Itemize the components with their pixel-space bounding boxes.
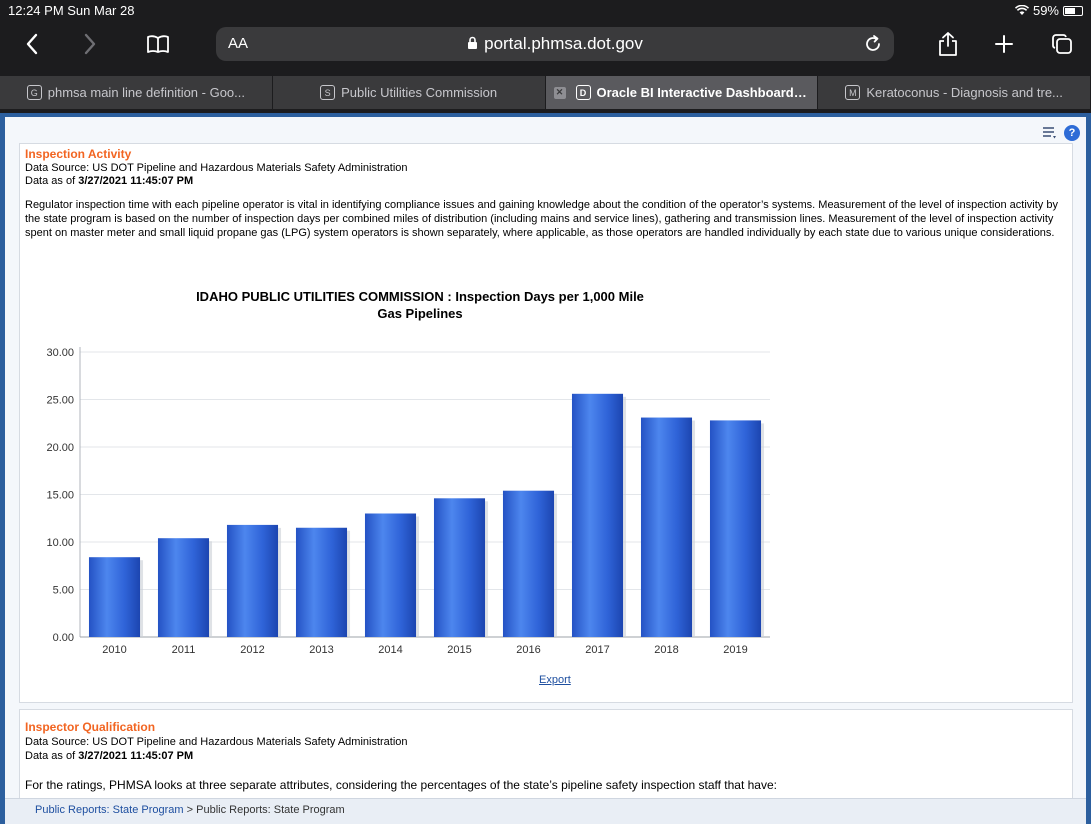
x-tick-label: 2016 [516,644,540,656]
x-tick-label: 2013 [309,644,333,656]
data-as-of-value: 3/27/2021 11:45:07 PM [78,175,194,187]
section-title: Inspector Qualification [25,720,156,734]
description-line: the state program is based on the number… [25,213,1054,225]
status-indicators: 59% [1014,3,1083,18]
address-bar[interactable]: AA portal.phmsa.dot.gov [216,27,894,61]
tab-label: phmsa main line definition - Goo... [47,85,246,100]
y-tick-label: 25.00 [46,395,74,407]
browser-toolbar: AA portal.phmsa.dot.gov [0,22,1091,68]
browser-chrome: 12:24 PM Sun Mar 28 59% AA portal.phmsa.… [0,0,1091,113]
share-button[interactable] [930,26,966,62]
bar [709,420,762,637]
wifi-icon [1014,5,1029,15]
y-tick-label: 5.00 [53,585,74,597]
tab-label: Public Utilities Commission [341,85,498,100]
share-icon [939,32,957,56]
url-text: portal.phmsa.dot.gov [484,34,643,53]
bar [364,513,417,637]
data-source: Data Source: US DOT Pipeline and Hazardo… [25,162,408,174]
x-tick-label: 2019 [723,644,747,656]
y-tick-label: 0.00 [53,632,74,644]
x-tick-label: 2017 [585,644,609,656]
data-as-of-prefix: Data as of [25,175,79,187]
export-link[interactable]: Export [539,674,571,686]
bar [502,490,555,637]
breadcrumb-separator: > [183,804,197,816]
x-tick-label: 2015 [447,644,471,656]
tab-overview-button[interactable] [1044,26,1080,62]
new-tab-button[interactable] [986,26,1022,62]
status-time: 12:24 PM Sun Mar 28 [8,3,135,18]
page-toolbar: ? [1042,125,1080,141]
dashboard-page: ? Inspection Activity Data Source: US DO… [0,113,1091,824]
favicon-icon: S [320,85,336,100]
description-line: Regulator inspection time with each pipe… [25,199,1058,211]
back-button[interactable] [14,26,50,62]
description-paragraph: Regulator inspection time with each pipe… [25,198,1065,240]
section-title: Inspection Activity [25,147,132,161]
plus-icon [995,35,1013,53]
x-tick-label: 2018 [654,644,678,656]
y-tick-label: 20.00 [46,442,74,454]
lock-icon [468,36,478,49]
battery-icon [1063,5,1083,16]
chevron-left-icon [26,33,38,55]
tab-label: Keratoconus - Diagnosis and tre... [866,85,1063,100]
favicon-icon: G [26,85,42,100]
help-icon[interactable]: ? [1064,125,1080,141]
x-tick-label: 2012 [240,644,264,656]
browser-tab[interactable]: S Public Utilities Commission [272,76,546,109]
close-tab-icon[interactable]: ✕ [553,86,566,99]
status-bar: 12:24 PM Sun Mar 28 59% [0,0,1091,20]
favicon-icon: M [845,85,861,100]
bar [226,524,279,637]
x-tick-label: 2011 [172,644,196,656]
data-source: Data Source: US DOT Pipeline and Hazardo… [25,736,408,748]
x-tick-label: 2014 [378,644,402,656]
description-paragraph: For the ratings, PHMSA looks at three se… [25,778,777,792]
book-icon [147,35,169,53]
bar [88,557,141,637]
breadcrumb-link[interactable]: Public Reports: State Program [35,804,184,816]
url-display[interactable]: portal.phmsa.dot.gov [216,34,894,54]
bar [295,527,348,637]
forward-button[interactable] [72,26,108,62]
y-tick-label: 10.00 [46,537,74,549]
browser-tab[interactable]: ✕ D Oracle BI Interactive Dashboards... [545,76,819,109]
bookmarks-button[interactable] [140,26,176,62]
page-options-icon[interactable] [1042,126,1058,140]
bar [433,498,486,637]
inspection-days-chart: IDAHO PUBLIC UTILITIES COMMISSION : Insp… [20,282,820,692]
x-tick-label: 2010 [102,644,126,656]
battery-percent: 59% [1032,3,1059,18]
y-tick-label: 15.00 [46,490,74,502]
y-tick-label: 30.00 [46,347,74,359]
browser-tab[interactable]: Gphmsa main line definition - Goo... [0,76,273,109]
bar [640,417,693,637]
bar [571,393,624,637]
browser-tab[interactable]: M Keratoconus - Diagnosis and tre... [818,76,1091,109]
favicon-icon: D [575,85,591,100]
chevron-right-icon [84,33,96,55]
data-as-of: Data as of 3/27/2021 11:45:07 PM [25,750,193,762]
inspector-qualification-section: Inspector Qualification Data Source: US … [19,709,1073,799]
tab-label: Oracle BI Interactive Dashboards... [596,85,810,100]
tab-bar: Gphmsa main line definition - Goo... S Pub… [0,76,1091,109]
breadcrumb: Public Reports: State Program > Public R… [5,798,1086,824]
chart-plot: 0.00 5.00 10.00 15.00 20.00 25.00 30.00 2010 201… [46,347,770,656]
reload-icon[interactable] [862,33,884,55]
data-as-of-value: 3/27/2021 11:45:07 PM [78,750,194,762]
bar [157,538,210,637]
breadcrumb-current: Public Reports: State Program [196,804,345,816]
inspection-activity-section: Inspection Activity Data Source: US DOT … [19,143,1073,703]
data-as-of: Data as of 3/27/2021 11:45:07 PM [25,175,193,187]
tabs-icon [1052,34,1072,54]
description-line: spent on master meter and small liquid p… [25,227,1055,239]
data-as-of-prefix: Data as of [25,750,79,762]
